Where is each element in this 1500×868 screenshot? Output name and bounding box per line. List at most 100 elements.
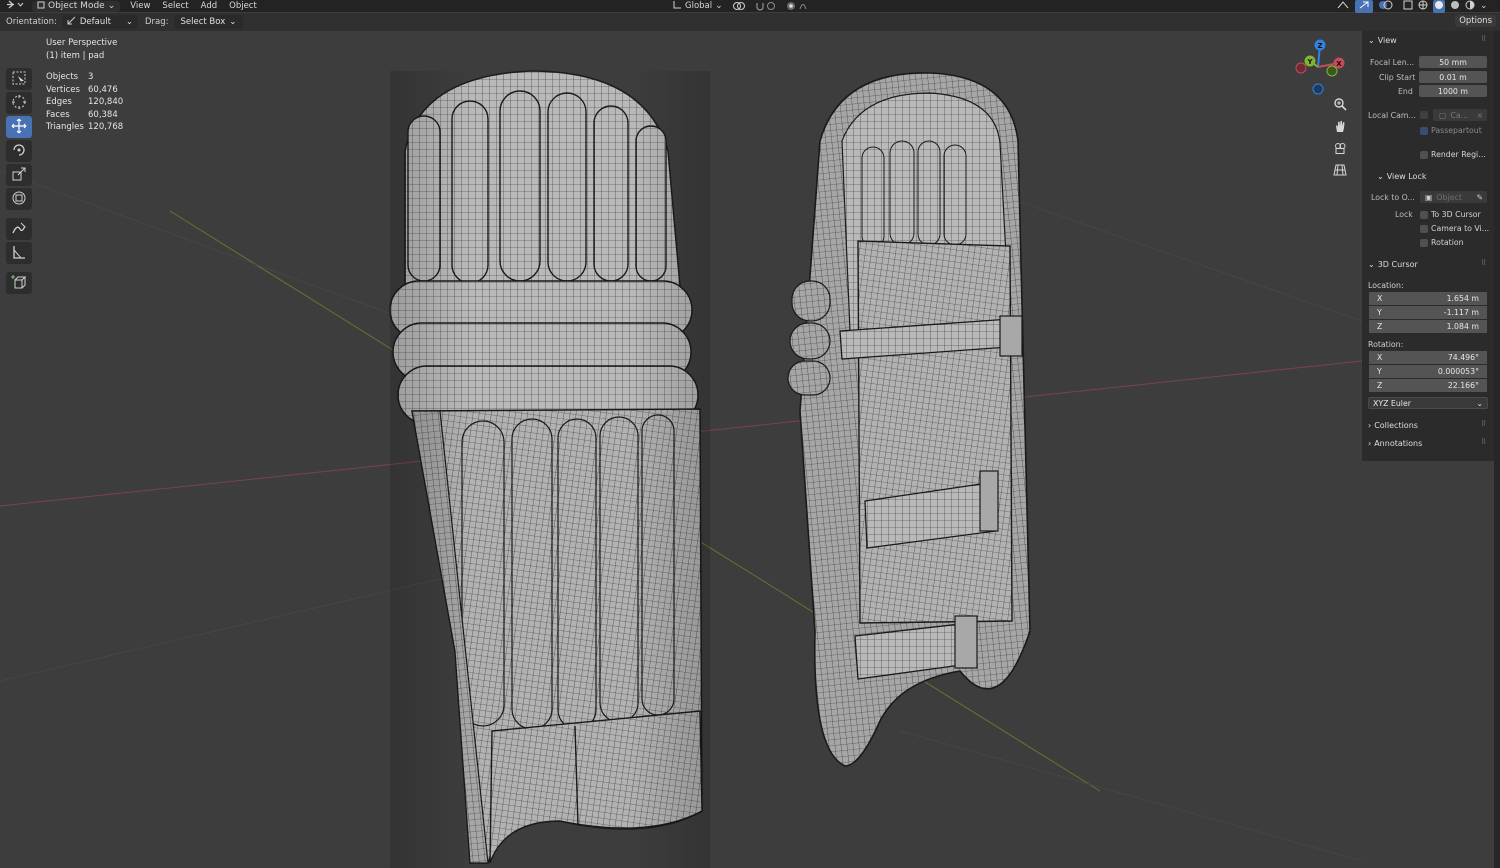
axis-label: Z bbox=[1377, 322, 1383, 331]
cursor-rotation-z-field[interactable]: Z 22.166° bbox=[1369, 379, 1487, 392]
pad-back-mesh bbox=[787, 72, 1031, 767]
lock-to-3d-cursor-label: To 3D Cursor bbox=[1431, 210, 1481, 219]
local-camera-field[interactable]: ▢ Ca... × bbox=[1433, 109, 1487, 121]
collections-section-header[interactable]: › Collections bbox=[1368, 421, 1418, 430]
editor-type-icon[interactable] bbox=[0, 0, 28, 12]
menu-object[interactable]: Object bbox=[223, 1, 263, 11]
tool-settings-bar: Orientation: Default ⌄ Drag: Select Box … bbox=[0, 13, 1500, 31]
pan-button[interactable] bbox=[1330, 118, 1350, 137]
axis-label: X bbox=[1377, 353, 1383, 362]
add-cube-tool[interactable] bbox=[6, 272, 32, 294]
visibility-icon[interactable] bbox=[1336, 0, 1350, 13]
menu-add[interactable]: Add bbox=[195, 1, 223, 11]
scale-icon bbox=[11, 166, 27, 185]
hand-icon bbox=[1333, 119, 1347, 136]
view-lock-title: View Lock bbox=[1386, 172, 1427, 181]
local-camera-checkbox[interactable] bbox=[1420, 111, 1428, 119]
move-tool[interactable] bbox=[6, 116, 32, 138]
grid-icon bbox=[1333, 163, 1347, 180]
render-region-label: Render Regi... bbox=[1431, 150, 1486, 159]
xray-icon[interactable] bbox=[1403, 0, 1413, 13]
shading-options-chevron-icon[interactable]: ⌄ bbox=[1480, 1, 1488, 11]
orientation-dropdown[interactable]: Default ⌄ bbox=[61, 15, 138, 29]
clip-start-field[interactable]: 0.01 m bbox=[1419, 71, 1487, 83]
render-region-checkbox[interactable] bbox=[1420, 151, 1428, 159]
lock-to-object-field[interactable]: ▣ Object ✎ bbox=[1420, 191, 1487, 203]
drag-handle-icon[interactable]: ⠿ bbox=[1481, 420, 1486, 428]
wireframe-shading-icon[interactable] bbox=[1418, 0, 1428, 13]
rotate-icon bbox=[11, 142, 27, 161]
rotate-tool[interactable] bbox=[6, 140, 32, 162]
view-section-header[interactable]: ⌄ View bbox=[1368, 36, 1397, 45]
axis-label: Z bbox=[1377, 381, 1383, 390]
drag-handle-icon[interactable]: ⠿ bbox=[1481, 259, 1486, 267]
material-shading-icon[interactable] bbox=[1450, 0, 1460, 13]
navigation-gizmo[interactable]: Z X Y bbox=[1290, 37, 1350, 97]
rotation-mode-value: XYZ Euler bbox=[1373, 398, 1411, 408]
select-box-tool[interactable] bbox=[6, 68, 32, 90]
mode-dropdown[interactable]: Object Mode ⌄ bbox=[32, 0, 121, 12]
chevron-down-icon: ⌄ bbox=[125, 17, 133, 27]
cursor-rotation-x-field[interactable]: X 74.496° bbox=[1369, 351, 1487, 364]
view-lock-section-header[interactable]: ⌄ View Lock bbox=[1377, 172, 1426, 181]
camera-icon bbox=[1333, 141, 1347, 158]
gizmo-x-label: X bbox=[1336, 60, 1342, 68]
cursor-tool[interactable] bbox=[6, 92, 32, 114]
3d-cursor-section-header[interactable]: ⌄ 3D Cursor bbox=[1368, 260, 1418, 269]
stat-value: 3 bbox=[88, 72, 94, 83]
scale-tool[interactable] bbox=[6, 164, 32, 186]
camera-to-view-checkbox[interactable] bbox=[1420, 225, 1428, 233]
stat-label: Objects bbox=[46, 72, 79, 83]
camera-view-button[interactable] bbox=[1330, 140, 1350, 159]
annotations-title: Annotations bbox=[1374, 439, 1423, 448]
measure-tool[interactable] bbox=[6, 242, 32, 264]
camera-to-view-label: Camera to Vi... bbox=[1431, 224, 1490, 233]
axis-value: -1.117 m bbox=[1443, 308, 1479, 317]
eyedropper-icon[interactable]: ✎ bbox=[1476, 193, 1483, 202]
select-box-icon bbox=[12, 71, 26, 88]
viewport-canvas bbox=[0, 70, 1363, 868]
rendered-shading-icon[interactable] bbox=[1465, 0, 1475, 13]
annotate-tool[interactable] bbox=[6, 218, 32, 240]
stat-label: Triangles bbox=[46, 122, 84, 133]
drag-handle-icon[interactable]: ⠿ bbox=[1481, 438, 1486, 446]
lock-to-object-placeholder: Object bbox=[1436, 192, 1462, 202]
overlay-toggle-icon[interactable] bbox=[1378, 0, 1398, 13]
stats-row: Faces 60,384 bbox=[46, 109, 123, 122]
cursor-rotation-y-field[interactable]: Y 0.000053° bbox=[1369, 365, 1487, 378]
3d-viewport[interactable]: User Perspective (1) item | pad Objects 3… bbox=[0, 31, 1500, 868]
focal-length-field[interactable]: 50 mm bbox=[1419, 56, 1487, 68]
zoom-button[interactable] bbox=[1330, 96, 1350, 115]
axis-value: 22.166° bbox=[1447, 381, 1479, 390]
rotation-mode-dropdown[interactable]: XYZ Euler ⌄ bbox=[1368, 397, 1488, 409]
axis-label: Y bbox=[1377, 367, 1382, 376]
solid-shading-icon[interactable] bbox=[1433, 0, 1445, 13]
options-button[interactable]: Options bbox=[1455, 15, 1496, 27]
cursor-location-x-field[interactable]: X 1.654 m bbox=[1369, 292, 1487, 305]
menu-select[interactable]: Select bbox=[156, 1, 194, 11]
pad-front-mesh bbox=[389, 70, 710, 868]
cursor-location-z-field[interactable]: Z 1.084 m bbox=[1369, 320, 1487, 333]
transform-orientation-dropdown[interactable]: Global ⌄ bbox=[672, 0, 723, 12]
lock-rotation-checkbox[interactable] bbox=[1420, 239, 1428, 247]
gizmo-toggle-icon[interactable] bbox=[1355, 0, 1373, 13]
stats-row: Objects 3 bbox=[46, 71, 123, 84]
perspective-toggle-button[interactable] bbox=[1330, 162, 1350, 181]
lock-to-3d-cursor-checkbox[interactable] bbox=[1420, 211, 1428, 219]
menu-view[interactable]: View bbox=[124, 1, 156, 11]
drag-dropdown[interactable]: Select Box ⌄ bbox=[173, 15, 244, 29]
clip-end-field[interactable]: 1000 m bbox=[1419, 85, 1487, 97]
sidebar-tabs[interactable] bbox=[1494, 31, 1500, 868]
passepartout-checkbox[interactable] bbox=[1420, 127, 1428, 135]
gizmo-z-label: Z bbox=[1317, 42, 1322, 50]
zoom-icon bbox=[1333, 97, 1347, 114]
annotations-section-header[interactable]: › Annotations bbox=[1368, 439, 1422, 448]
stat-value: 120,768 bbox=[88, 122, 124, 133]
object-icon: ▣ bbox=[1425, 192, 1433, 202]
stats-table: Objects 3 Vertices 60,476 Edges 120,840 Fac… bbox=[46, 71, 123, 134]
stat-value: 60,476 bbox=[88, 84, 118, 95]
clip-start-label: Clip Start bbox=[1379, 73, 1416, 82]
cursor-location-y-field[interactable]: Y -1.117 m bbox=[1369, 306, 1487, 319]
drag-handle-icon[interactable]: ⠿ bbox=[1481, 35, 1486, 43]
transform-tool[interactable] bbox=[6, 188, 32, 210]
